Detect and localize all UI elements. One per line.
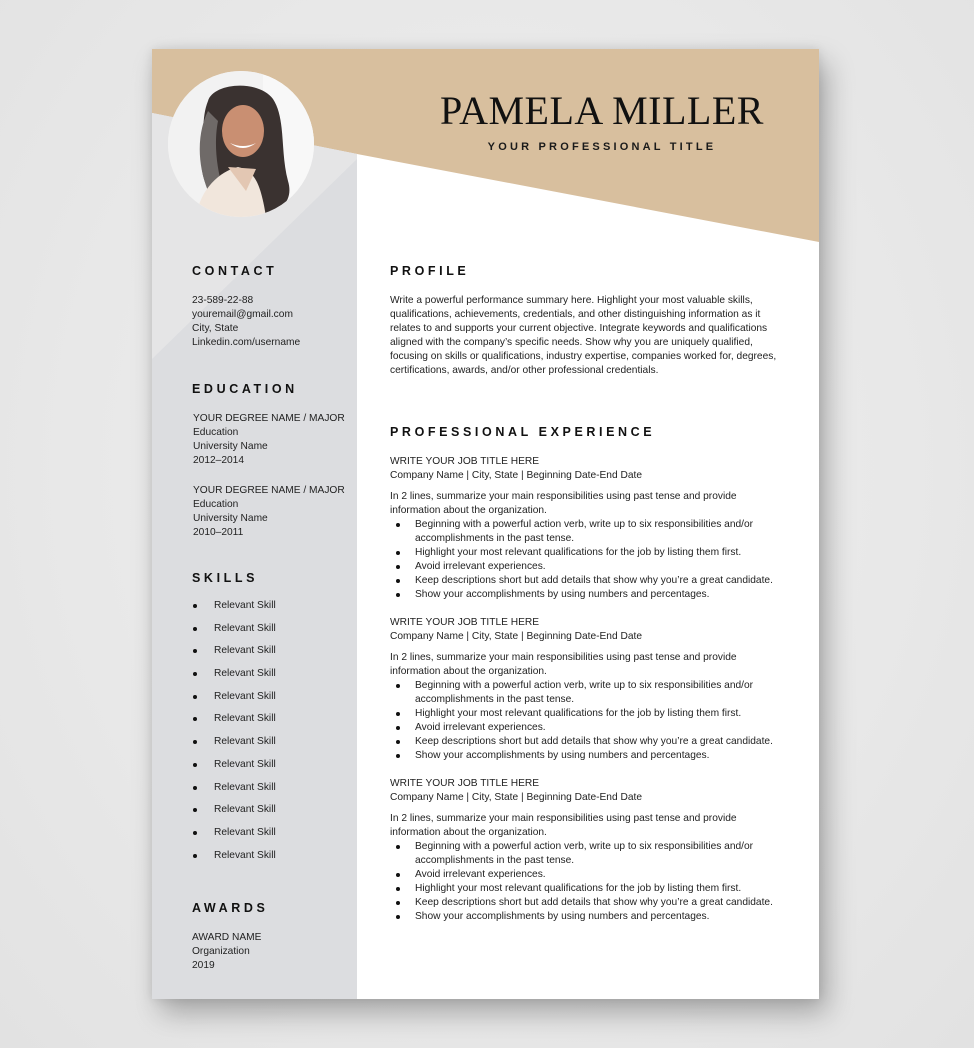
job-meta: Company Name | City, State | Beginning D… — [390, 470, 642, 481]
education-section: EDUCATION YOUR DEGREE NAME / MAJOR Educa… — [192, 382, 357, 540]
education-years: 2012–2014 — [193, 455, 244, 466]
experience-section: PROFESSIONAL EXPERIENCE WRITE YOUR JOB T… — [390, 425, 780, 924]
skills-section: SKILLS Relevant Skill Relevant Skill Rel… — [192, 571, 357, 871]
job-title: WRITE YOUR JOB TITLE HERE — [390, 617, 540, 628]
job-bullet: Beginning with a powerful action verb, w… — [390, 679, 780, 707]
skills-heading: SKILLS — [192, 571, 259, 585]
skill-item: Relevant Skill — [192, 644, 357, 667]
education-list: YOUR DEGREE NAME / MAJOR Education Unive… — [192, 412, 357, 540]
education-item: YOUR DEGREE NAME / MAJOR Education Unive… — [192, 412, 357, 468]
contact-section: CONTACT 23-589-22-88 youremail@gmail.com… — [192, 264, 357, 350]
candidate-name: PAMELA MILLER — [440, 88, 764, 133]
job-bullet: Highlight your most relevant qualificati… — [390, 546, 780, 560]
job-bullets: Beginning with a powerful action verb, w… — [390, 518, 780, 602]
education-years: 2010–2011 — [193, 527, 244, 538]
skill-item: Relevant Skill — [192, 781, 357, 804]
award-name: AWARD NAME — [192, 932, 262, 943]
skill-item: Relevant Skill — [192, 735, 357, 758]
job-bullet: Keep descriptions short but add details … — [390, 574, 780, 588]
skill-item: Relevant Skill — [192, 622, 357, 645]
job-title: WRITE YOUR JOB TITLE HERE — [390, 778, 540, 789]
skill-item: Relevant Skill — [192, 826, 357, 849]
skill-item: Relevant Skill — [192, 803, 357, 826]
profile-summary: Write a powerful performance summary her… — [390, 295, 777, 376]
contact-location: City, State — [192, 323, 239, 334]
job-meta: Company Name | City, State | Beginning D… — [390, 792, 642, 803]
contact-phone: 23-589-22-88 — [192, 295, 254, 306]
job-bullet: Beginning with a powerful action verb, w… — [390, 840, 780, 868]
job-bullet: Keep descriptions short but add details … — [390, 735, 780, 749]
university-name: University Name — [193, 441, 268, 452]
resume-page: PAMELA MILLER YOUR PROFESSIONAL TITLE CO… — [152, 49, 819, 999]
job-entry: WRITE YOUR JOB TITLE HERE Company Name |… — [390, 616, 780, 763]
job-bullets: Beginning with a powerful action verb, w… — [390, 840, 780, 924]
professional-title: YOUR PROFESSIONAL TITLE — [487, 141, 717, 153]
job-entry: WRITE YOUR JOB TITLE HERE Company Name |… — [390, 777, 780, 924]
job-summary: In 2 lines, summarize your main responsi… — [390, 813, 737, 838]
education-heading: EDUCATION — [192, 382, 298, 396]
skill-item: Relevant Skill — [192, 690, 357, 713]
skills-list: Relevant Skill Relevant Skill Relevant S… — [192, 599, 357, 871]
award-organization: Organization — [192, 946, 250, 957]
awards-heading: AWARDS — [192, 901, 269, 915]
skill-item: Relevant Skill — [192, 667, 357, 690]
job-bullet: Highlight your most relevant qualificati… — [390, 707, 780, 721]
job-meta: Company Name | City, State | Beginning D… — [390, 631, 642, 642]
profile-photo — [168, 71, 314, 217]
job-summary: In 2 lines, summarize your main responsi… — [390, 652, 737, 677]
contact-heading: CONTACT — [192, 264, 278, 278]
job-summary: In 2 lines, summarize your main responsi… — [390, 491, 737, 516]
experience-heading: PROFESSIONAL EXPERIENCE — [390, 425, 656, 439]
job-entry: WRITE YOUR JOB TITLE HERE Company Name |… — [390, 455, 780, 602]
contact-email[interactable]: youremail@gmail.com — [192, 308, 357, 322]
job-bullet: Avoid irrelevant experiences. — [390, 721, 780, 735]
job-bullet: Avoid irrelevant experiences. — [390, 868, 780, 882]
degree-field: Education — [193, 427, 239, 438]
skill-item: Relevant Skill — [192, 599, 357, 622]
education-item: YOUR DEGREE NAME / MAJOR Education Unive… — [192, 484, 357, 540]
profile-heading: PROFILE — [390, 264, 470, 278]
job-bullet: Show your accomplishments by using numbe… — [390, 749, 780, 763]
job-bullet: Show your accomplishments by using numbe… — [390, 910, 780, 924]
skill-item: Relevant Skill — [192, 712, 357, 735]
profile-section: PROFILE Write a powerful performance sum… — [390, 264, 780, 378]
awards-section: AWARDS AWARD NAME Organization 2019 — [192, 901, 357, 973]
job-bullet: Beginning with a powerful action verb, w… — [390, 518, 780, 546]
degree-name: YOUR DEGREE NAME / MAJOR — [193, 485, 345, 496]
award-year: 2019 — [192, 960, 215, 971]
award-item: AWARD NAME Organization 2019 — [192, 931, 357, 973]
degree-name: YOUR DEGREE NAME / MAJOR — [193, 413, 345, 424]
degree-field: Education — [193, 499, 239, 510]
job-bullets: Beginning with a powerful action verb, w… — [390, 679, 780, 763]
job-bullet: Avoid irrelevant experiences. — [390, 560, 780, 574]
skill-item: Relevant Skill — [192, 758, 357, 781]
job-title: WRITE YOUR JOB TITLE HERE — [390, 456, 540, 467]
university-name: University Name — [193, 513, 268, 524]
job-bullet: Highlight your most relevant qualificati… — [390, 882, 780, 896]
skill-item: Relevant Skill — [192, 849, 357, 872]
job-bullet: Keep descriptions short but add details … — [390, 896, 780, 910]
contact-linkedin[interactable]: Linkedin.com/username — [192, 336, 357, 350]
portrait-image — [168, 71, 314, 217]
contact-details: 23-589-22-88 youremail@gmail.com City, S… — [192, 294, 357, 350]
job-bullet: Show your accomplishments by using numbe… — [390, 588, 780, 602]
